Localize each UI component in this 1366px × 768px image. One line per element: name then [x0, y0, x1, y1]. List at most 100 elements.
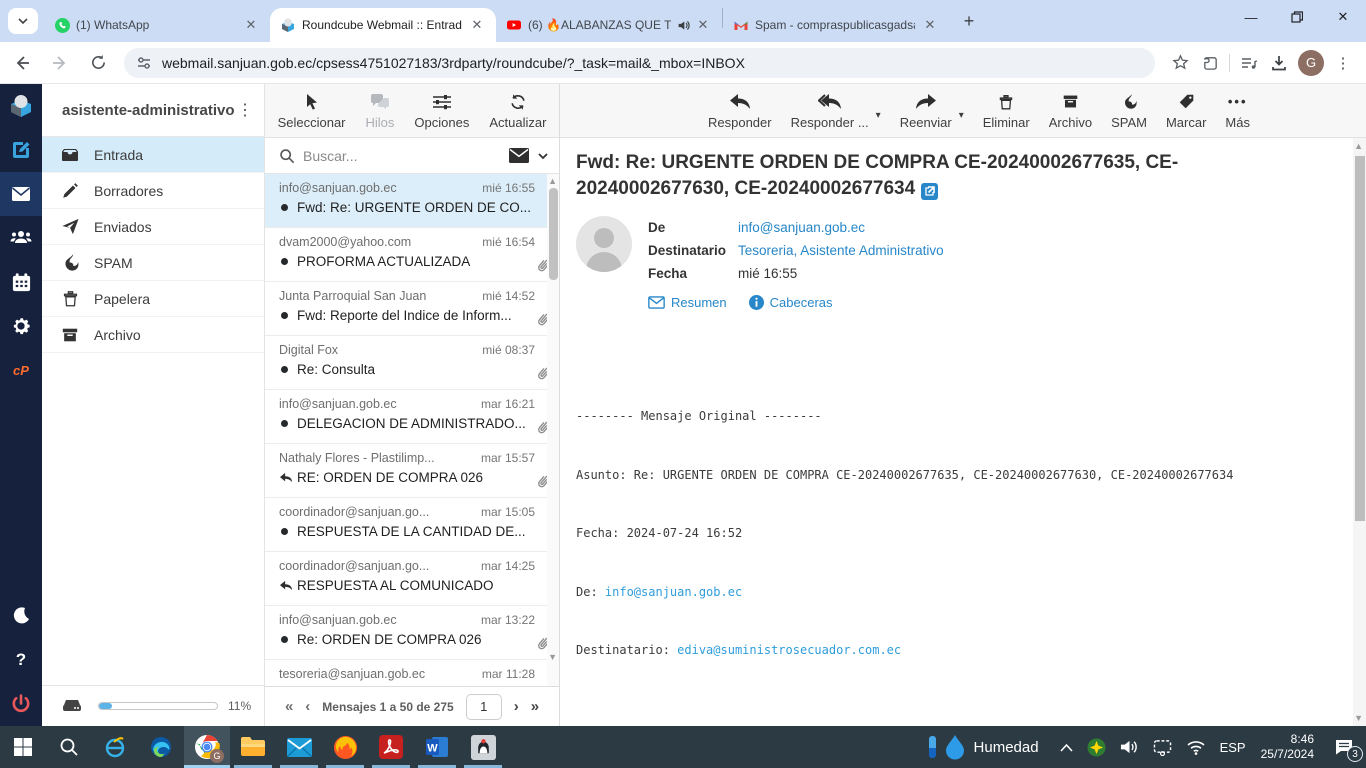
taskbar-search-icon[interactable]: [46, 726, 92, 768]
scroll-down-icon[interactable]: ▼: [1354, 713, 1363, 723]
folder-archivo[interactable]: Archivo: [42, 317, 264, 353]
mark-button[interactable]: Marcar: [1166, 92, 1206, 130]
rail-calendar-icon[interactable]: [0, 260, 42, 304]
spam-button[interactable]: SPAM: [1111, 92, 1147, 130]
weather-widget[interactable]: Humedad: [915, 734, 1053, 760]
folder-spam[interactable]: SPAM: [42, 245, 264, 281]
list-scrollbar[interactable]: ▲ ▼: [547, 174, 559, 686]
restore-button[interactable]: [1274, 0, 1320, 34]
compose-button[interactable]: [0, 128, 42, 172]
url-text[interactable]: webmail.sanjuan.gob.ec/cpsess4751027183/…: [162, 55, 745, 71]
open-in-new-window-icon[interactable]: [921, 183, 938, 200]
message-row[interactable]: coordinador@sanjuan.go...mar 14:25 RESPU…: [265, 552, 559, 606]
media-controls-icon[interactable]: [1234, 48, 1264, 78]
taskbar-firefox-icon[interactable]: [322, 726, 368, 768]
tab-close-icon[interactable]: ✕: [694, 16, 712, 34]
reply-all-dropdown-icon[interactable]: ▾: [876, 110, 881, 121]
folder-papelera[interactable]: Papelera: [42, 281, 264, 317]
tray-display-icon[interactable]: [1146, 726, 1179, 768]
downloads-icon[interactable]: [1264, 48, 1294, 78]
browser-menu-icon[interactable]: ⋮: [1328, 48, 1358, 78]
reply-all-button[interactable]: Responder ...: [791, 92, 869, 130]
message-row[interactable]: tesoreria@sanjuan.gob.ecmar 11:28: [265, 660, 559, 686]
cabeceras-button[interactable]: Cabeceras: [749, 295, 833, 310]
select-button[interactable]: Seleccionar: [278, 92, 346, 130]
rail-mail-icon[interactable]: [0, 172, 42, 216]
reply-button[interactable]: Responder: [708, 92, 772, 130]
prev-page-icon[interactable]: ‹: [305, 698, 310, 715]
tray-clock[interactable]: 8:46 25/7/2024: [1253, 732, 1322, 762]
forward-button[interactable]: Reenviar: [900, 92, 952, 130]
options-button[interactable]: Opciones: [414, 92, 469, 130]
close-window-button[interactable]: ✕: [1320, 0, 1366, 34]
more-button[interactable]: ••• Más: [1225, 92, 1250, 130]
message-row[interactable]: Nathaly Flores - Plastilimp...mar 15:57 …: [265, 444, 559, 498]
taskbar-explorer-icon[interactable]: [230, 726, 276, 768]
logout-icon[interactable]: [0, 682, 42, 726]
start-button[interactable]: [0, 726, 46, 768]
tab-whatsapp[interactable]: (1) WhatsApp ✕: [44, 8, 270, 42]
scroll-up-icon[interactable]: ▲: [548, 176, 557, 186]
forward-button[interactable]: [44, 47, 76, 79]
archive-button[interactable]: Archivo: [1049, 92, 1092, 130]
body-dest-link[interactable]: ediva@suministrosecuador.com.ec: [677, 643, 901, 657]
url-bar[interactable]: webmail.sanjuan.gob.ec/cpsess4751027183/…: [124, 48, 1155, 78]
scroll-up-icon[interactable]: ▲: [1354, 141, 1363, 151]
message-row[interactable]: Digital Foxmié 08:37 Re: Consulta: [265, 336, 559, 390]
taskbar-java-icon[interactable]: [460, 726, 506, 768]
reload-button[interactable]: [82, 47, 114, 79]
mail-scrollbar[interactable]: ▲ ▼: [1353, 138, 1366, 726]
cpanel-icon[interactable]: cP: [0, 348, 42, 392]
search-options-chevron-icon[interactable]: [537, 150, 549, 162]
tab-youtube[interactable]: (6) 🔥ALABANZAS QUE TRA ✕: [496, 8, 722, 42]
tab-gmail[interactable]: Spam - compraspublicasgadsan ✕: [723, 8, 949, 42]
tray-antivirus-icon[interactable]: [1080, 726, 1113, 768]
message-row[interactable]: dvam2000@yahoo.commié 16:54 PROFORMA ACT…: [265, 228, 559, 282]
to-recipients-link[interactable]: Tesoreria, Asistente Administrativo: [738, 243, 944, 258]
tab-search-button[interactable]: [8, 8, 38, 34]
taskbar-mail-icon[interactable]: [276, 726, 322, 768]
first-page-icon[interactable]: «: [285, 698, 293, 715]
taskbar-ie-icon[interactable]: [92, 726, 138, 768]
last-page-icon[interactable]: »: [531, 698, 539, 715]
page-input[interactable]: [466, 694, 502, 720]
bookmark-star-icon[interactable]: [1165, 48, 1195, 78]
threads-button[interactable]: Hilos: [366, 92, 395, 130]
profile-avatar[interactable]: G: [1298, 50, 1324, 76]
taskbar-edge-icon[interactable]: [138, 726, 184, 768]
message-row[interactable]: info@sanjuan.gob.ecmié 16:55 Fwd: Re: UR…: [265, 174, 559, 228]
message-row[interactable]: info@sanjuan.gob.ecmar 13:22 Re: ORDEN D…: [265, 606, 559, 660]
resumen-button[interactable]: Resumen: [648, 295, 727, 310]
mail-scroll-thumb[interactable]: [1355, 156, 1365, 521]
tab-audio-icon[interactable]: [677, 19, 690, 32]
tray-expand-icon[interactable]: [1053, 726, 1080, 768]
back-button[interactable]: [6, 47, 38, 79]
tab-close-icon[interactable]: ✕: [921, 16, 939, 34]
extension-icon[interactable]: [1195, 48, 1225, 78]
taskbar-chrome-icon[interactable]: G: [184, 726, 230, 768]
tray-language[interactable]: ESP: [1213, 726, 1253, 768]
next-page-icon[interactable]: ›: [514, 698, 519, 715]
notification-center-icon[interactable]: 3: [1322, 726, 1366, 768]
tray-wifi-icon[interactable]: [1179, 726, 1213, 768]
roundcube-logo[interactable]: [0, 84, 42, 128]
search-scope-mail-icon[interactable]: [509, 148, 529, 163]
rail-contacts-icon[interactable]: [0, 216, 42, 260]
search-input[interactable]: [303, 148, 501, 164]
new-tab-button[interactable]: +: [955, 7, 983, 35]
rail-settings-icon[interactable]: [0, 304, 42, 348]
message-row[interactable]: coordinador@sanjuan.go...mar 15:05 RESPU…: [265, 498, 559, 552]
site-settings-icon[interactable]: [136, 55, 152, 71]
message-row[interactable]: info@sanjuan.gob.ecmar 16:21 DELEGACION …: [265, 390, 559, 444]
list-scroll-thumb[interactable]: [549, 188, 558, 280]
delete-button[interactable]: Eliminar: [983, 92, 1030, 130]
from-address-link[interactable]: info@sanjuan.gob.ec: [738, 220, 865, 235]
refresh-button[interactable]: Actualizar: [489, 92, 546, 130]
tab-close-icon[interactable]: ✕: [468, 16, 486, 34]
body-de-link[interactable]: info@sanjuan.gob.ec: [605, 585, 742, 599]
help-icon[interactable]: ?: [0, 638, 42, 682]
folder-enviados[interactable]: Enviados: [42, 209, 264, 245]
message-row[interactable]: Junta Parroquial San Juanmié 14:52 Fwd: …: [265, 282, 559, 336]
folder-options-icon[interactable]: ⋮: [234, 100, 256, 120]
folder-entrada[interactable]: Entrada: [42, 137, 264, 173]
